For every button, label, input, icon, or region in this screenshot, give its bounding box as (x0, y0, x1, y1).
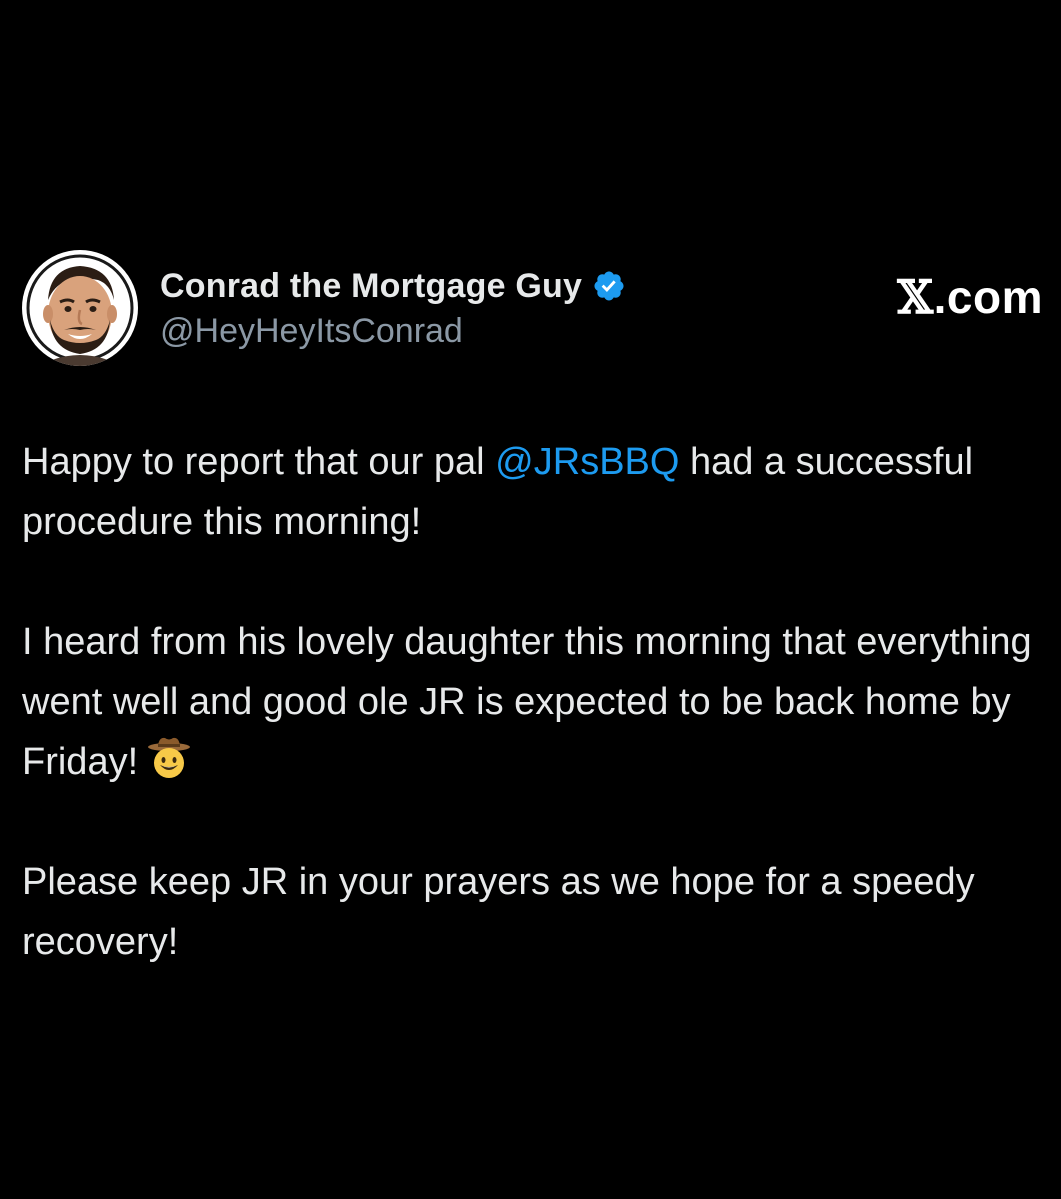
brand-domain: .com (933, 271, 1043, 323)
tweet-card: Conrad the Mortgage Guy @HeyHeyItsConrad… (0, 0, 1061, 1199)
tweet-paragraph-2: I heard from his lovely daughter this mo… (22, 612, 1042, 792)
x-logo-icon: 𝕏 (897, 270, 934, 324)
name-row: Conrad the Mortgage Guy (160, 264, 626, 308)
avatar[interactable] (22, 250, 138, 366)
author-display-name[interactable]: Conrad the Mortgage Guy (160, 267, 582, 306)
author-identity: Conrad the Mortgage Guy @HeyHeyItsConrad (160, 264, 626, 351)
verified-badge-icon[interactable] (592, 269, 626, 303)
tweet-paragraph-3: Please keep JR in your prayers as we hop… (22, 861, 975, 963)
tweet-header: Conrad the Mortgage Guy @HeyHeyItsConrad… (22, 250, 1047, 370)
tweet-text-segment: Happy to report that our pal (22, 441, 496, 483)
tweet-text: Happy to report that our pal @JRsBBQ had… (22, 432, 1042, 1032)
avatar-image (24, 252, 136, 366)
brand-watermark: 𝕏.com (897, 270, 1043, 324)
cowboy-hat-face-emoji-icon (146, 736, 192, 780)
author-handle[interactable]: @HeyHeyItsConrad (160, 312, 626, 351)
tweet-paragraph-1: Happy to report that our pal @JRsBBQ had… (22, 432, 1042, 552)
mention-link[interactable]: @JRsBBQ (495, 441, 679, 483)
